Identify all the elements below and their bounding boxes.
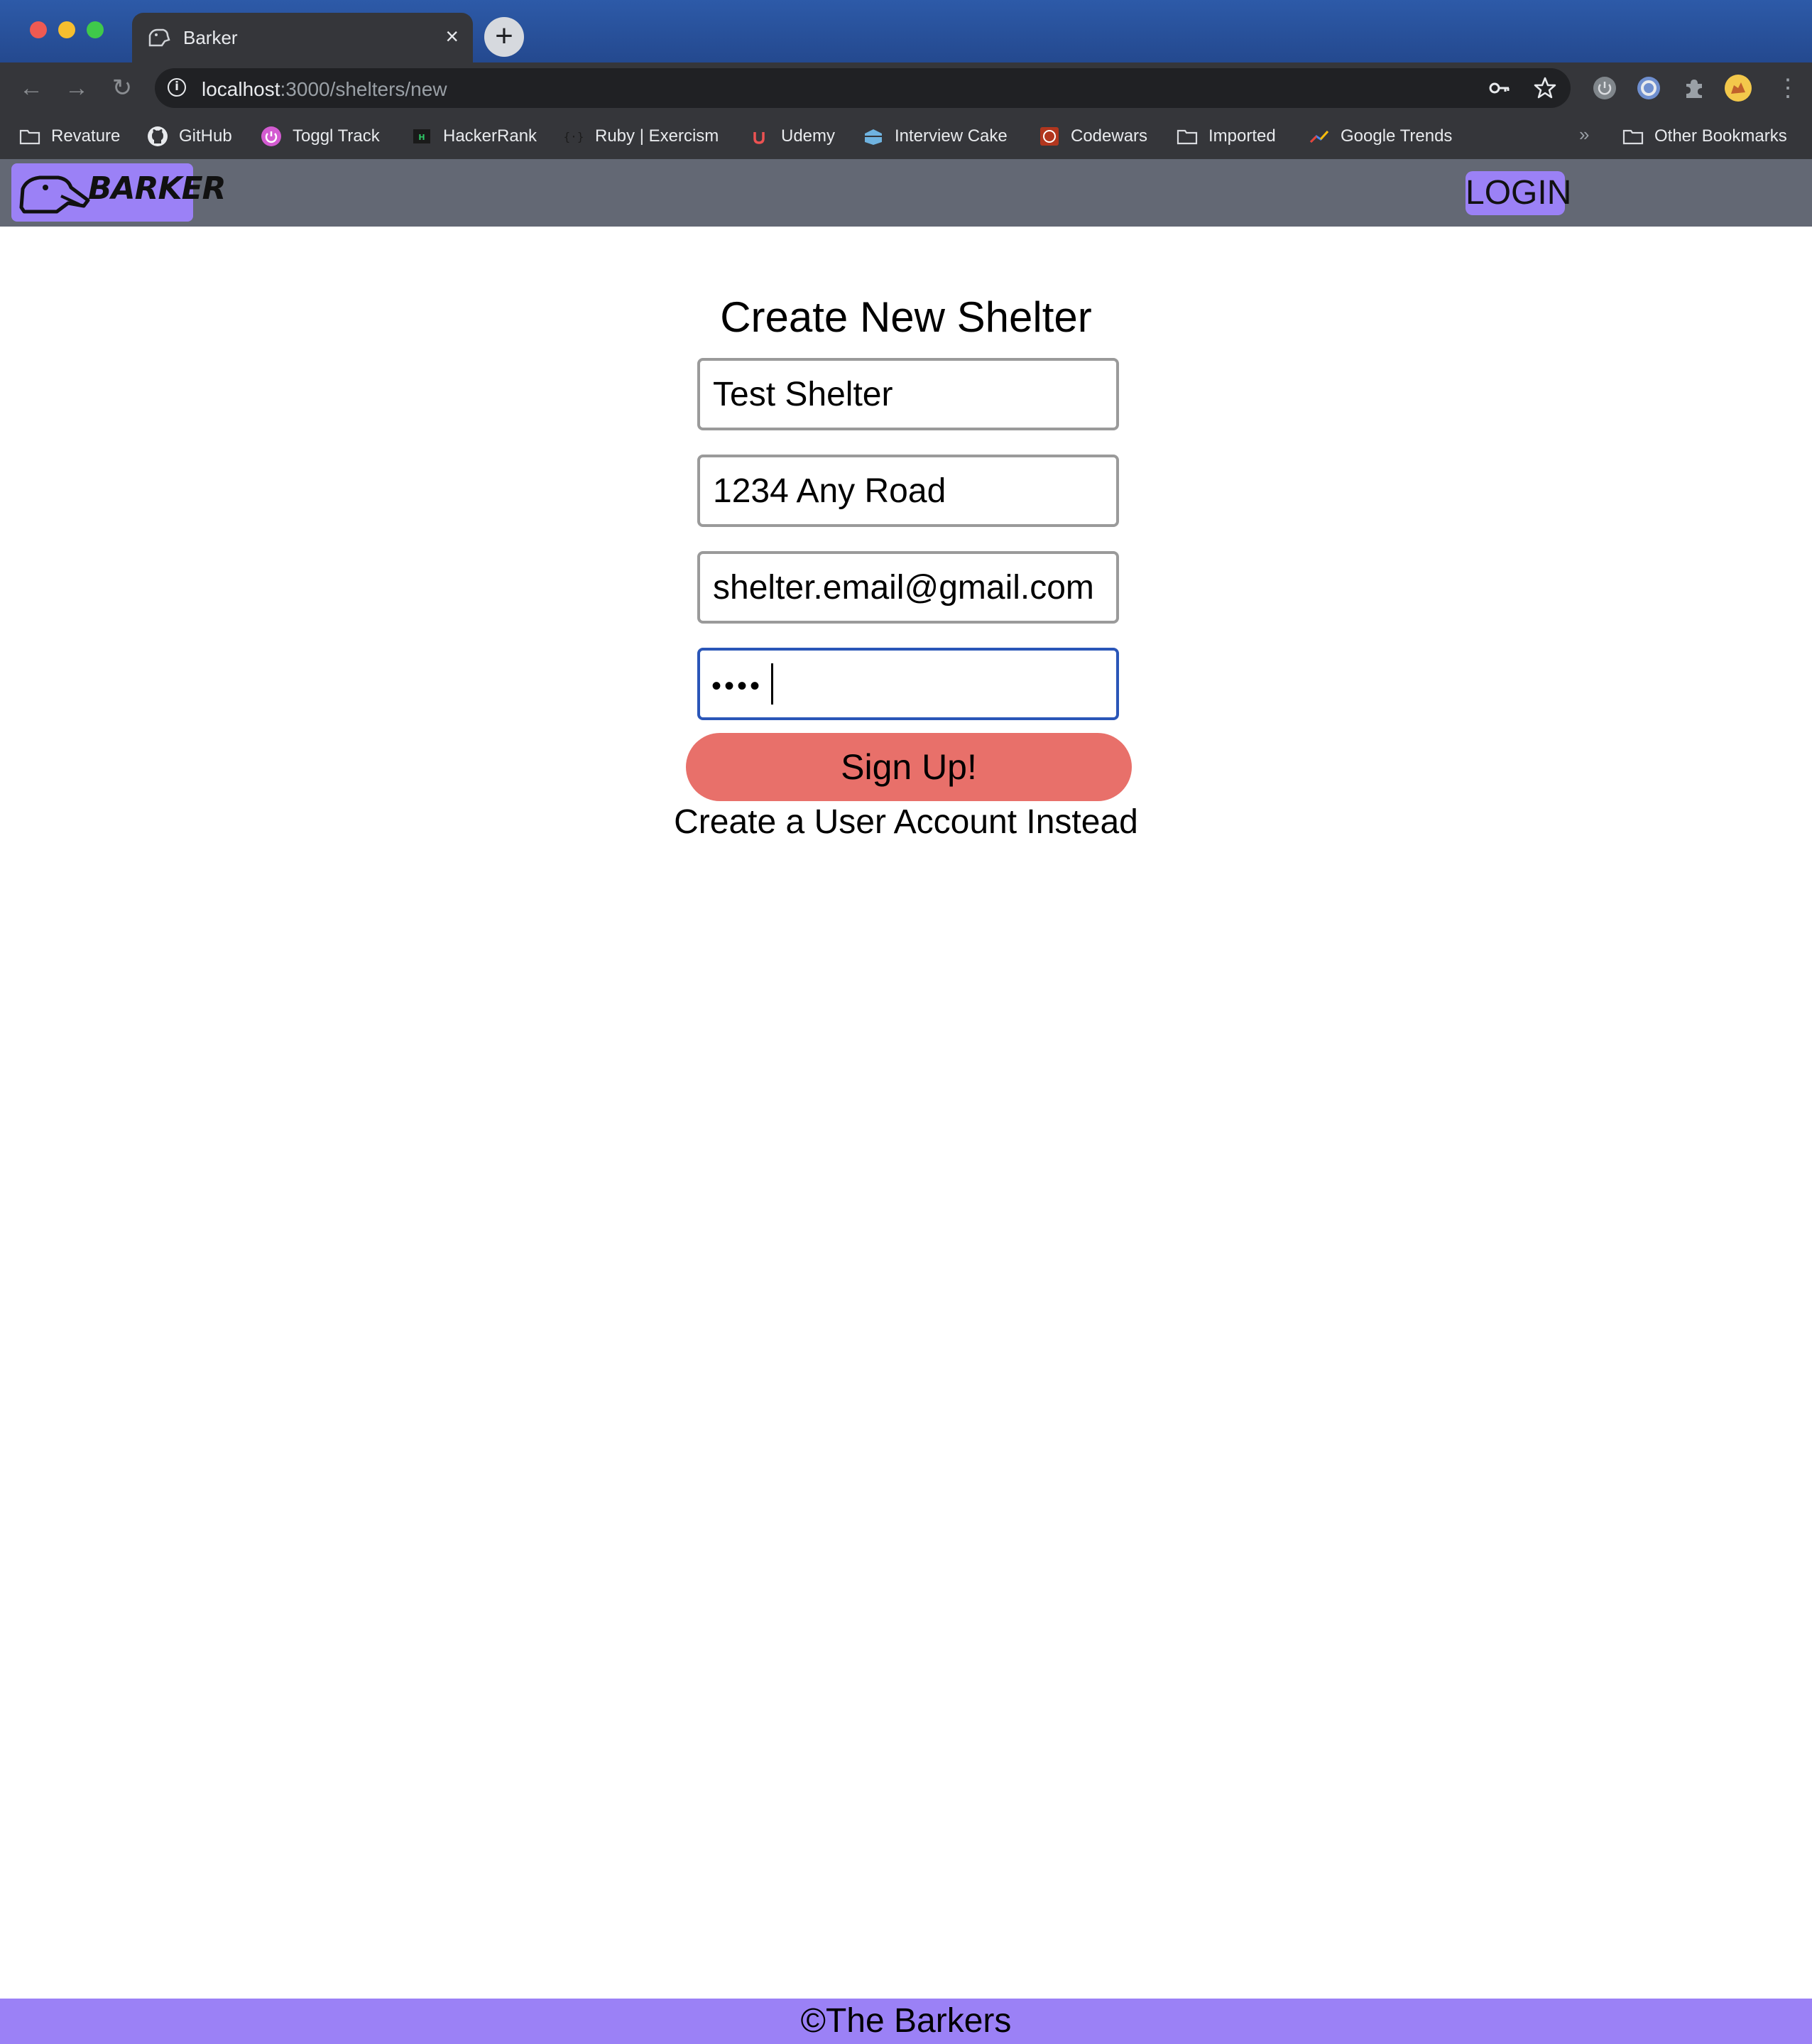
bookmark-label: Google Trends [1341,126,1453,146]
exercism-icon: {·} [564,130,584,143]
bookmark-imported[interactable]: Imported [1176,114,1276,159]
url-path: :3000/shelters/new [280,78,447,100]
login-button[interactable]: LOGIN [1466,171,1571,215]
bookmark-label: HackerRank [443,126,537,146]
bookmark-udemy[interactable]: Udemy [748,114,835,159]
forward-arrow-icon[interactable]: → [60,71,94,105]
create-user-account-link[interactable]: Create a User Account Instead [0,803,1812,842]
bookmark-label: Codewars [1071,126,1148,146]
browser-menu-icon[interactable]: ⋮ [1771,71,1805,105]
bookmark-revature[interactable]: Revature [18,114,120,159]
create-user-account-label[interactable]: Create a User Account Instead [674,803,1138,841]
bookmark-github[interactable]: GitHub [146,114,232,159]
bookmark-label: Revature [51,126,121,146]
shelter-address-input[interactable] [697,455,1119,527]
browser-toolbar: ← → ↻ i localhost:3000/shelters/new ⋮ [0,62,1812,114]
logo-text: BARKER [88,170,226,207]
footer: ©The Barkers [0,1999,1812,2044]
other-bookmarks-label: Other Bookmarks [1654,126,1787,146]
folder-icon [1622,129,1644,145]
url-text[interactable]: localhost:3000/shelters/new [202,78,447,101]
bookmark-label: GitHub [179,126,232,146]
bookmarks-bar: Revature GitHub Toggl Track H HackerRank… [0,114,1812,160]
close-window-button[interactable] [30,21,47,38]
star-icon[interactable] [1532,75,1558,101]
hackerrank-icon: H [413,129,430,143]
app-header: BARKER LOGIN [0,159,1812,227]
site-info-icon[interactable]: i [168,78,186,97]
minimize-window-button[interactable] [58,21,75,38]
barker-logo[interactable]: BARKER [11,163,226,222]
bookmark-toggl[interactable]: Toggl Track [260,114,380,159]
other-bookmarks[interactable]: Other Bookmarks [1622,114,1787,159]
svg-text:H: H [418,133,425,142]
bookmarks-overflow-icon[interactable]: » [1579,124,1589,146]
shelter-name-input[interactable] [697,358,1119,430]
tab-title: Barker [183,27,238,48]
bookmark-exercism[interactable]: {·} Ruby | Exercism [562,114,719,159]
bookmark-label: Udemy [781,126,836,146]
folder-icon [1177,129,1198,145]
bookmark-codewars[interactable]: Codewars [1038,114,1147,159]
shelter-email-input[interactable] [697,551,1119,624]
new-tab-button[interactable]: + [484,17,524,57]
sign-up-button[interactable]: Sign Up! [686,733,1132,801]
page-title: Create New Shelter [720,293,1092,341]
address-bar[interactable]: i localhost:3000/shelters/new [155,68,1571,108]
dog-logo-icon [19,175,90,214]
svg-text:{·}: {·} [564,130,584,143]
toggl-icon [261,126,281,146]
tab-close-icon[interactable]: × [445,23,459,49]
browser-titlebar: Barker × + [0,0,1812,62]
trends-icon [1309,130,1329,143]
bookmark-label: Interview Cake [895,126,1008,146]
bookmark-hackerrank[interactable]: H HackerRank [410,114,537,159]
bookmark-interview-cake[interactable]: Interview Cake [862,114,1008,159]
codewars-icon [1040,127,1059,146]
back-arrow-icon[interactable]: ← [14,71,48,105]
puzzle-icon[interactable] [1680,74,1708,102]
reload-icon[interactable]: ↻ [105,71,139,105]
text-caret [771,663,773,705]
maximize-window-button[interactable] [87,21,104,38]
dog-favicon-icon [148,28,170,47]
circle-extension-icon[interactable] [1634,74,1663,102]
udemy-icon [753,132,765,144]
bookmark-google-trends[interactable]: Google Trends [1308,114,1452,159]
bookmark-label: Imported [1208,126,1276,146]
bookmark-label: Ruby | Exercism [595,126,719,146]
url-host: localhost [202,78,280,100]
power-extension-icon[interactable] [1590,74,1619,102]
bookmark-label: Toggl Track [293,126,380,146]
interview-cake-icon [865,129,882,145]
github-icon [148,126,168,146]
folder-icon [19,129,40,145]
password-masked-value: •••• [711,670,763,702]
key-icon[interactable] [1487,75,1512,101]
profile-avatar[interactable] [1724,74,1752,102]
browser-tab[interactable]: Barker × [132,13,473,62]
